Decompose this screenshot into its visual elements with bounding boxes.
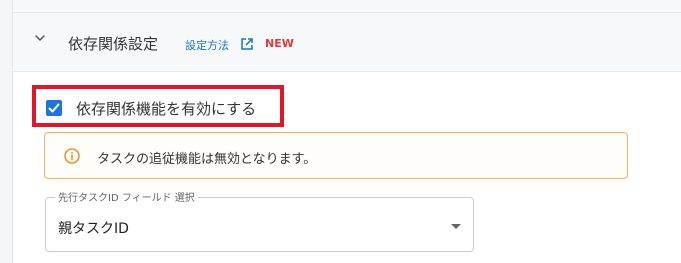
howto-link[interactable]: 設定方法 [185,37,229,53]
top-strip [13,0,681,13]
section-title: 依存関係設定 [68,35,159,53]
dropdown-arrow-icon[interactable] [451,224,461,229]
notice-text: タスクの追従機能は無効となります。 [97,152,317,167]
predecessor-select-value[interactable]: 親タスクID [58,218,129,238]
left-gutter [0,0,13,263]
dependency-checkbox[interactable] [46,100,62,116]
predecessor-select-label: 先行タスクID フィールド 選択 [55,189,198,204]
info-icon [64,148,80,164]
external-link-icon[interactable] [240,36,254,50]
dependency-checkbox-label[interactable]: 依存関係機能を有効にする [76,98,256,119]
chevron-down-icon[interactable] [33,30,47,44]
new-badge: NEW [265,37,294,50]
